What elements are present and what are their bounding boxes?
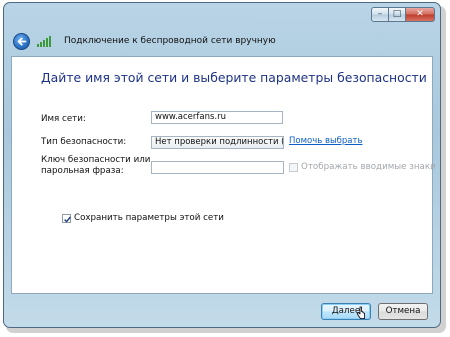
- show-characters-checkbox[interactable]: [289, 163, 298, 172]
- security-key-label-line2: парольная фраза:: [41, 166, 124, 176]
- network-name-label: Имя сети:: [41, 114, 86, 124]
- minimize-button[interactable]: –: [371, 7, 389, 22]
- security-type-select[interactable]: Нет проверки подлинности (O: [151, 136, 284, 149]
- wireless-signal-icon: [37, 36, 51, 47]
- checkmark-icon: [64, 216, 71, 223]
- security-key-input[interactable]: [151, 161, 284, 174]
- mouse-pointer-icon: [356, 306, 365, 319]
- security-type-label: Тип безопасности:: [41, 137, 127, 147]
- cancel-button[interactable]: Отмена: [378, 303, 428, 320]
- show-characters-label: Отображать вводимые знаки: [301, 162, 436, 172]
- page-heading: Дайте имя этой сети и выберите параметры…: [41, 70, 427, 85]
- wizard-window: – □ ✕ Подключение к беспроводной сети вр…: [3, 2, 441, 328]
- security-key-label-line1: Ключ безопасности или: [41, 155, 151, 165]
- maximize-button[interactable]: □: [388, 7, 406, 22]
- save-settings-label: Сохранить параметры этой сети: [74, 213, 224, 223]
- help-choose-link[interactable]: Помочь выбрать: [289, 136, 362, 146]
- back-button[interactable]: [13, 33, 30, 50]
- window-title: Подключение к беспроводной сети вручную: [64, 36, 276, 46]
- title-bar: – □ ✕ Подключение к беспроводной сети вр…: [4, 3, 440, 57]
- content-panel: Дайте имя этой сети и выберите параметры…: [11, 56, 436, 294]
- back-arrow-icon: [17, 37, 27, 46]
- network-name-input[interactable]: www.acerfans.ru: [151, 111, 283, 124]
- save-settings-checkbox[interactable]: [62, 214, 71, 223]
- close-button[interactable]: ✕: [405, 7, 435, 22]
